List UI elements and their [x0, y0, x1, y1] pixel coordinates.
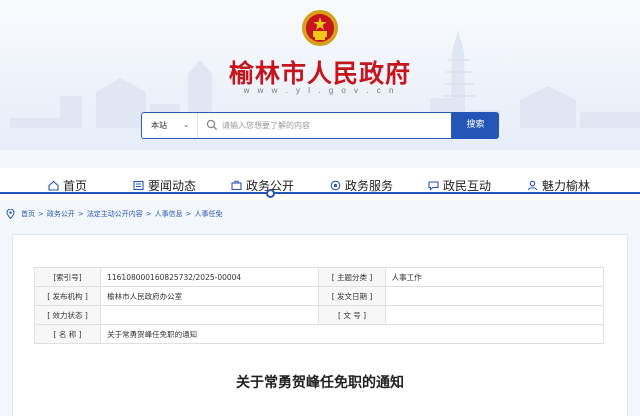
issuer-value: 榆林市人民政府办公室 [100, 286, 320, 306]
chat-icon [428, 181, 439, 191]
search-scope-label: 本站 [151, 121, 167, 130]
people-icon [527, 180, 538, 191]
location-pin-icon [6, 209, 15, 219]
site-title: 榆林市人民政府 [228, 59, 411, 88]
nav-divider [0, 192, 640, 194]
table-row: [索引号] 116108000160825732/2025-00004 [ 主题… [33, 267, 605, 287]
chevron-down-icon: ⌄ [183, 121, 189, 129]
document-name-label: [ 名 称 ] [33, 324, 102, 344]
breadcrumb-separator: > [77, 210, 84, 218]
service-icon [330, 180, 341, 191]
briefcase-icon [231, 180, 242, 191]
issue-date-value [384, 286, 605, 306]
breadcrumb-appointments[interactable]: 人事任免 [195, 209, 223, 219]
breadcrumb-statutory[interactable]: 法定主动公开内容 [87, 209, 143, 219]
document-title: 关于常勇贺峰任免职的通知 [236, 375, 404, 391]
breadcrumb-gov-open[interactable]: 政务公开 [47, 209, 75, 219]
index-number-value: 116108000160825732/2025-00004 [100, 267, 320, 287]
search-button[interactable]: 搜索 [452, 112, 499, 139]
issuer-label: [ 发布机构 ] [33, 286, 102, 306]
national-emblem-icon [302, 10, 338, 46]
search-icon [206, 119, 218, 131]
table-row: [ 名 称 ] 关于常勇贺峰任免职的通知 [33, 324, 604, 344]
breadcrumb-home[interactable]: 首页 [21, 209, 35, 219]
validity-status-value [100, 305, 320, 325]
news-icon [133, 180, 144, 191]
site-url: w w w . y l . g o v . c n [243, 86, 397, 95]
breadcrumb-separator: > [185, 210, 192, 218]
breadcrumb: 首页 > 政务公开 > 法定主动公开内容 > 人事信息 > 人事任免 [0, 204, 640, 224]
topic-value: 人事工作 [384, 267, 605, 287]
breadcrumb-separator: > [38, 210, 44, 218]
search-input[interactable] [222, 116, 442, 135]
document-number-label: [ 文 号 ] [318, 305, 386, 325]
table-row: [ 发布机构 ] 榆林市人民政府办公室 [ 发文日期 ] [33, 286, 605, 306]
topic-label: [ 主题分类 ] [318, 267, 386, 287]
home-icon [48, 180, 59, 191]
search-bar: 本站 ⌄ [141, 112, 452, 139]
breadcrumb-separator: > [145, 210, 152, 218]
breadcrumb-personnel-info[interactable]: 人事信息 [155, 209, 183, 219]
document-meta-table: [索引号] 116108000160825732/2025-00004 [ 主题… [33, 267, 605, 344]
document-number-value [384, 305, 605, 325]
main-nav: 首页 要闻动态 政务公开 政务服务 政民互动 魅力榆林 [0, 168, 640, 200]
document-name-value: 关于常勇贺峰任免职的通知 [100, 324, 604, 344]
table-row: [ 效力状态 ] [ 文 号 ] [33, 305, 605, 325]
validity-status-label: [ 效力状态 ] [33, 305, 102, 325]
search-scope-select[interactable]: 本站 ⌄ [142, 113, 198, 138]
index-number-label: [索引号] [33, 267, 102, 287]
nav-active-indicator [266, 189, 275, 198]
issue-date-label: [ 发文日期 ] [318, 286, 386, 306]
